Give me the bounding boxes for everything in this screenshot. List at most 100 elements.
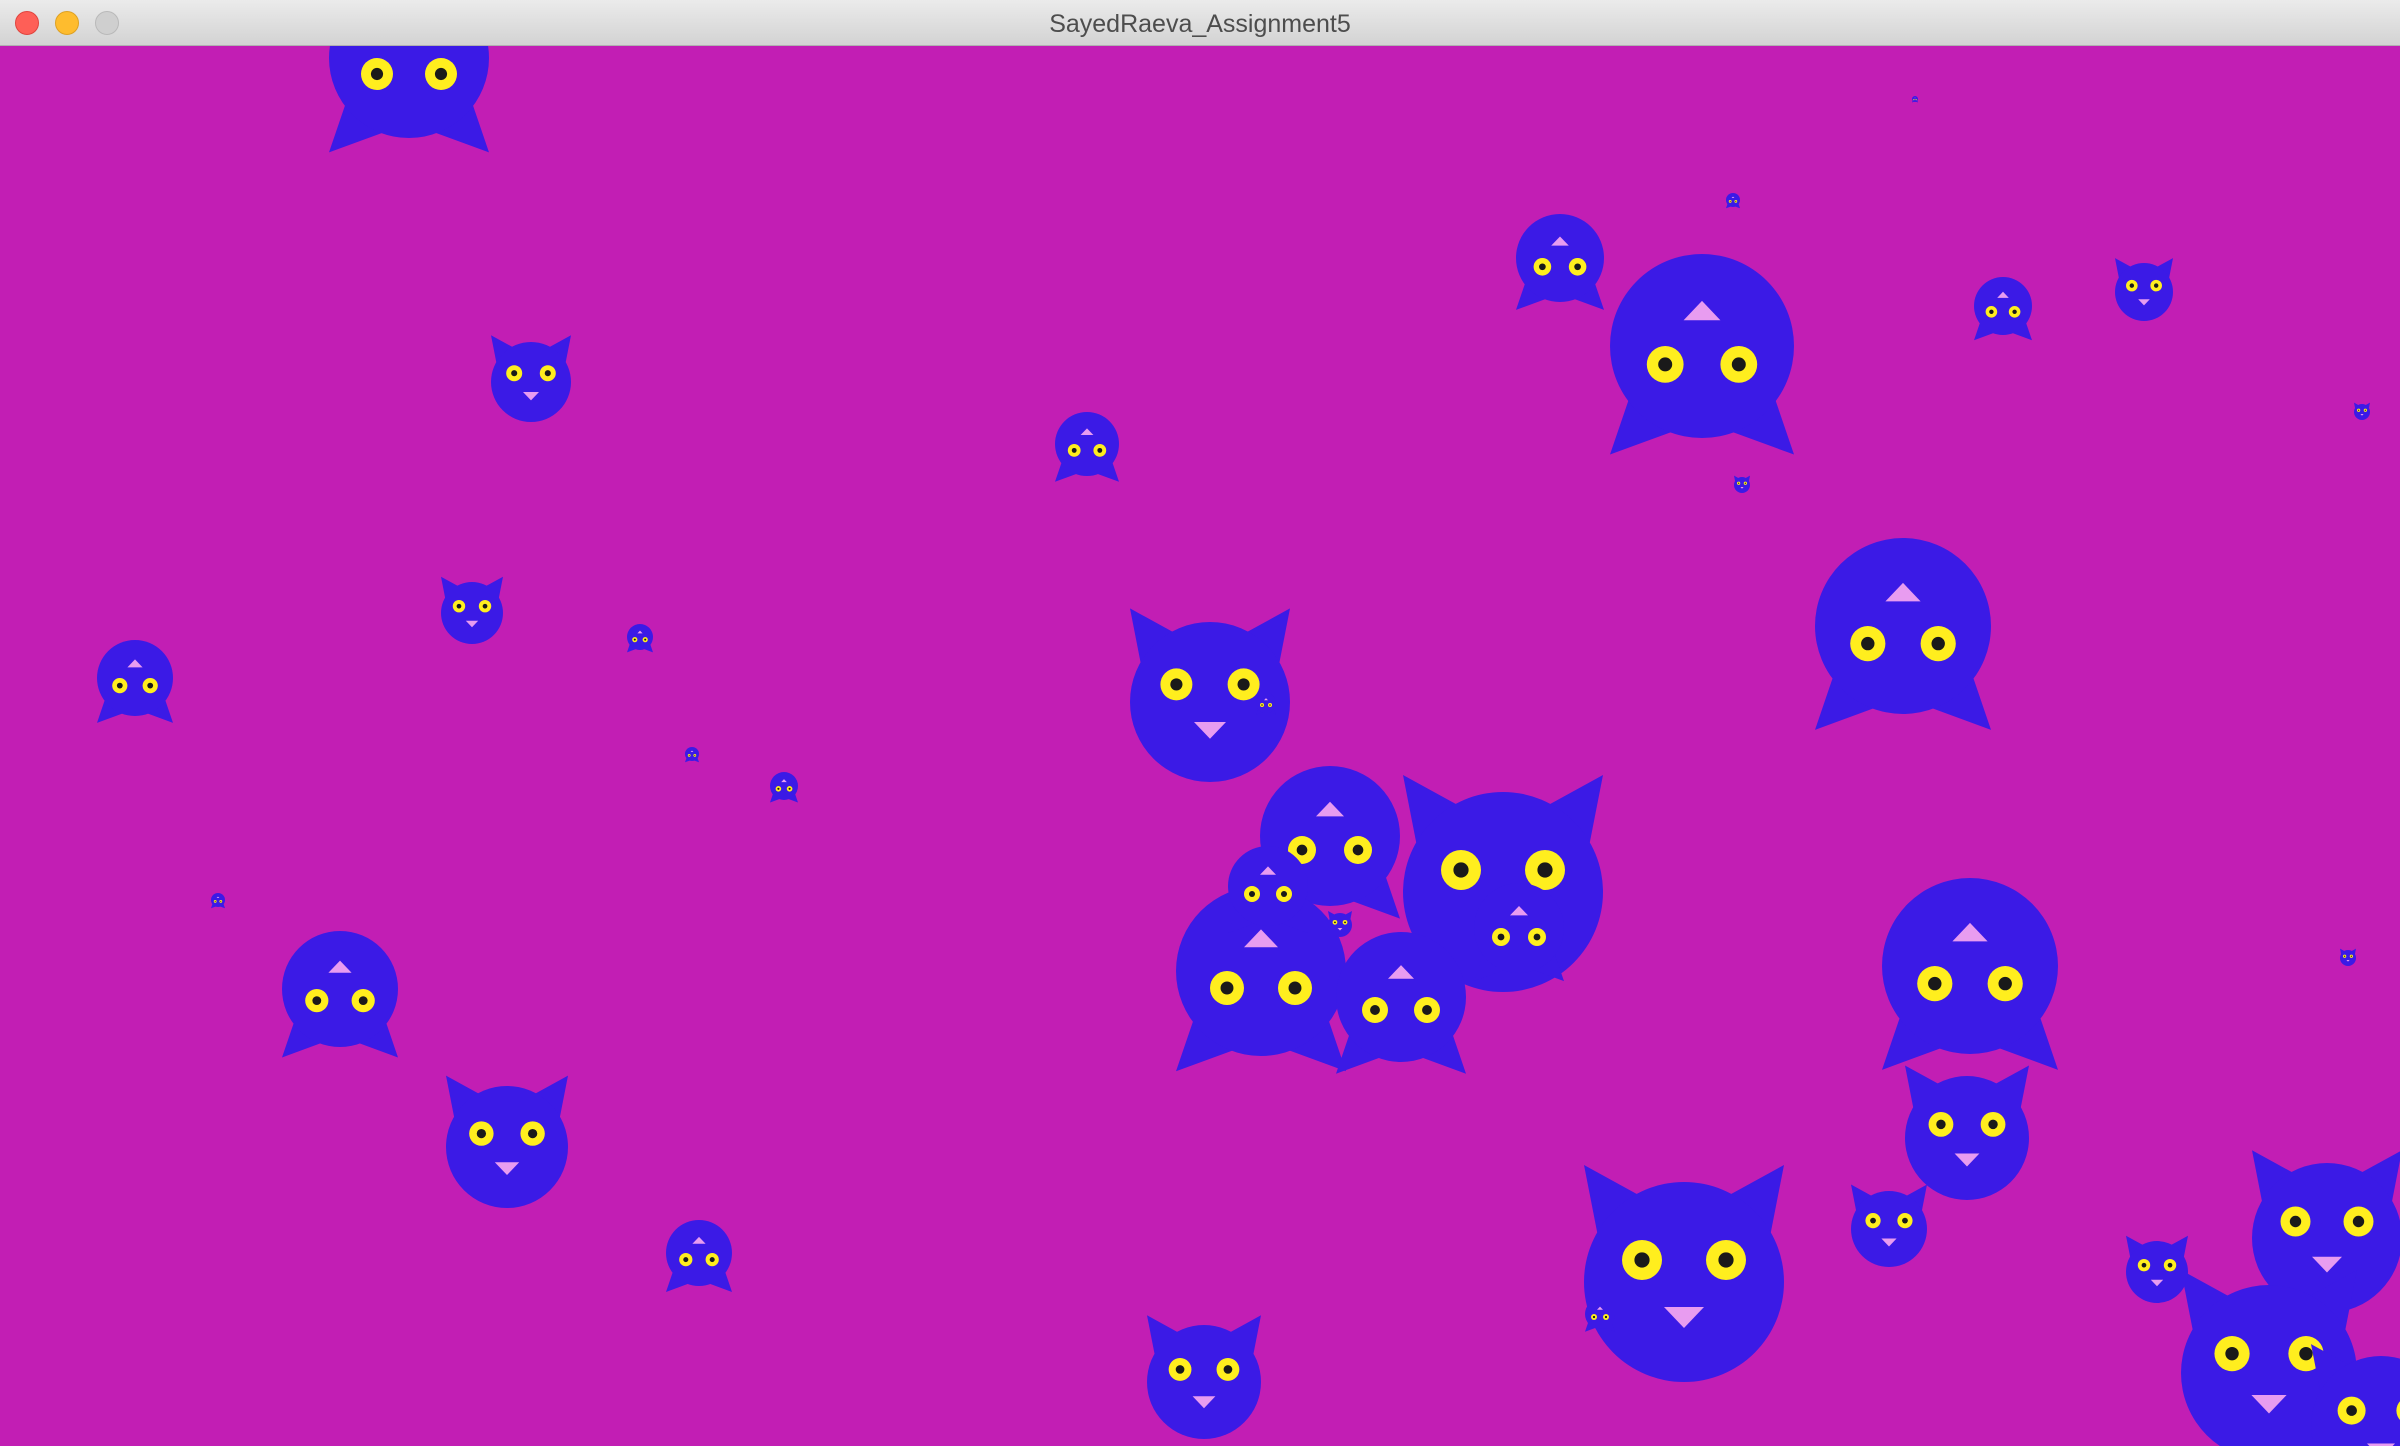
owl-creature-28 [1474, 883, 1564, 982]
right-pupil [1735, 200, 1737, 202]
owl-creature-35 [1726, 193, 1740, 209]
right-pupil [1988, 1119, 1998, 1130]
right-pupil [2167, 1262, 2173, 1268]
left-pupil [1071, 447, 1077, 453]
left-pupil [1175, 1365, 1185, 1374]
left-pupil [1539, 263, 1546, 271]
cat-creature-24 [441, 576, 503, 644]
title-bar[interactable]: SayedRaeva_Assignment5 [0, 0, 2400, 46]
left-pupil [633, 638, 636, 641]
app-window: SayedRaeva_Assignment5 [0, 0, 2400, 1446]
owl-creature-38 [211, 893, 225, 909]
owl-creature-37 [685, 747, 699, 763]
right-pupil [1280, 890, 1288, 898]
left-pupil [476, 1128, 487, 1139]
creature-body [491, 342, 571, 422]
creature-body [2340, 950, 2356, 966]
right-pupil [1269, 704, 1271, 706]
right-pupil [544, 370, 551, 377]
creature-body [1734, 477, 1750, 493]
right-pupil [1718, 1252, 1734, 1268]
right-pupil [1537, 862, 1553, 878]
creature-body [685, 747, 699, 761]
creature-body [1584, 1182, 1784, 1382]
owl-creature-2 [1610, 254, 1794, 455]
left-pupil [1370, 1005, 1380, 1015]
cat-creature-11 [1905, 1065, 2029, 1200]
left-pupil [370, 67, 384, 81]
owl-creature-33 [1585, 1299, 1615, 1332]
creature-body [1851, 1191, 1927, 1267]
creature-body [97, 640, 173, 716]
creature-body [1905, 1076, 2029, 1200]
creature-body [441, 582, 503, 644]
owl-creature-1 [329, 46, 489, 153]
right-pupil [644, 638, 647, 641]
creature-body [2126, 1241, 2188, 1303]
left-pupil [511, 370, 518, 377]
creature-body [1328, 913, 1352, 937]
left-pupil [116, 682, 123, 689]
cat-creature-36 [1734, 475, 1750, 493]
right-pupil [1604, 1315, 1608, 1319]
left-pupil [1334, 921, 1336, 924]
right-pupil [527, 1128, 538, 1139]
right-pupil [709, 1257, 715, 1263]
right-pupil [2350, 955, 2352, 957]
left-pupil [1497, 933, 1505, 941]
cat-creature-39 [2354, 402, 2370, 420]
owl-creature-41 [1912, 96, 1918, 103]
creature-body [2115, 263, 2173, 321]
right-pupil [1344, 921, 1346, 924]
creature-body [666, 1220, 732, 1286]
left-pupil [2346, 1405, 2357, 1416]
left-pupil [1261, 704, 1263, 706]
left-pupil [214, 900, 216, 902]
left-pupil [777, 787, 780, 790]
right-pupil [788, 787, 791, 790]
owl-creature-22 [1055, 412, 1119, 482]
creature-body [1474, 883, 1564, 973]
creature-body [1974, 277, 2032, 335]
cat-creature-27 [2115, 258, 2173, 321]
owl-creature-34 [1256, 693, 1276, 715]
right-pupil [1574, 263, 1581, 271]
right-pupil [2153, 283, 2159, 288]
left-pupil [1296, 844, 1308, 856]
creature-body [1336, 932, 1466, 1062]
left-pupil [1928, 976, 1942, 991]
left-pupil [2289, 1215, 2302, 1228]
owl-creature-18 [282, 931, 398, 1058]
creature-body [1815, 538, 1991, 714]
cat-creature-14 [1851, 1184, 1927, 1267]
right-pupil [1097, 447, 1103, 453]
owl-creature-21 [1516, 214, 1604, 310]
creature-body [446, 1086, 568, 1208]
right-pupil [1744, 482, 1746, 484]
creature-body [1610, 254, 1794, 438]
right-pupil [1731, 357, 1746, 372]
right-pupil [220, 900, 222, 902]
right-pupil [2352, 1215, 2365, 1228]
left-pupil [2358, 409, 2360, 411]
cat-creature-17 [446, 1075, 568, 1208]
cat-creature-16 [1147, 1315, 1261, 1439]
creature-body [1516, 214, 1604, 302]
owl-creature-9 [1882, 878, 2058, 1070]
cat-creature-15 [2126, 1235, 2188, 1303]
owl-creature-29 [627, 624, 653, 653]
creature-body [1147, 1325, 1261, 1439]
right-pupil [1998, 976, 2012, 991]
left-pupil [1738, 482, 1740, 484]
left-pupil [1453, 862, 1469, 878]
left-pupil [1248, 890, 1256, 898]
right-pupil [2299, 1346, 2313, 1361]
sketch-canvas [0, 46, 2400, 1446]
cat-creature-40 [2340, 948, 2356, 966]
left-pupil [1658, 357, 1673, 372]
right-pupil [434, 67, 448, 81]
creature-body [2354, 404, 2370, 420]
creature-body [1726, 193, 1740, 207]
right-pupil [2012, 309, 2017, 315]
left-pupil [1989, 309, 1994, 315]
